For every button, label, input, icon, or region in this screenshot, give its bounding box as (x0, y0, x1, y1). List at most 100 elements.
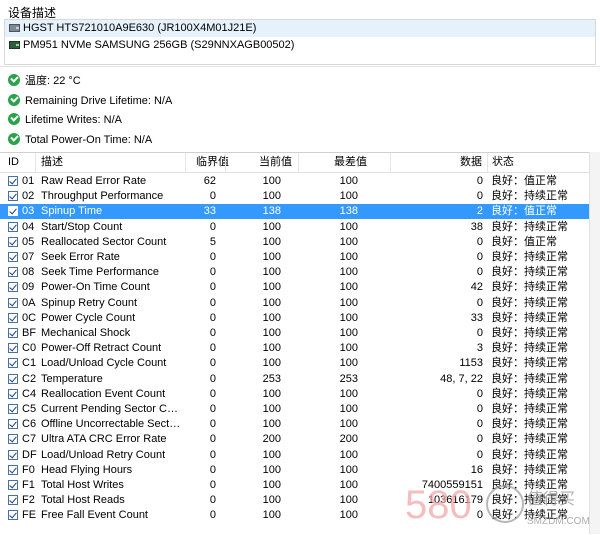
cell-id: DF (22, 448, 37, 461)
device-list[interactable]: HGST HTS721010A9E630 (JR100X4M01J21E) PM… (4, 19, 596, 65)
cell-current: 253 (262, 372, 281, 385)
table-row[interactable]: BF Mechanical Shock 0 100 100 0 良好：持续正常 (0, 326, 589, 341)
cell-status: 良好：持续正常 (491, 311, 568, 324)
row-checkbox[interactable] (8, 312, 18, 323)
table-row[interactable]: 05 Reallocated Sector Count 5 100 100 0 良好：值正常 (0, 235, 589, 250)
cell-data: 0 (476, 296, 483, 309)
cell-threshold: 5 (209, 235, 216, 248)
row-checkbox[interactable] (8, 328, 18, 338)
cell-threshold: 0 (209, 433, 216, 446)
table-row[interactable]: DF Load/Unload Retry Count 0 100 100 0 良好：持续正常 (0, 448, 589, 463)
table-row[interactable]: 07 Seek Error Rate 0 100 100 0 良好：持续正常 (0, 250, 589, 265)
column-header-worst[interactable]: 最差值 (334, 153, 367, 172)
cell-threshold: 0 (209, 463, 216, 476)
row-checkbox[interactable] (8, 343, 18, 354)
cell-worst: 100 (339, 357, 358, 370)
table-row[interactable]: C0 Power-Off Retract Count 0 100 100 3 良好：持续正常 (0, 341, 589, 356)
cell-id: 01 (22, 175, 35, 187)
table-row[interactable]: 01 Raw Read Error Rate 62 100 100 0 良好：值正常 (0, 174, 589, 189)
row-checkbox[interactable] (8, 464, 18, 475)
table-row[interactable]: 02 Throughput Performance 0 100 100 0 良好：持续正常 (0, 189, 589, 204)
row-checkbox[interactable] (8, 358, 18, 369)
table-row[interactable]: 08 Seek Time Performance 0 100 100 0 良好：持续正常 (0, 265, 589, 280)
row-checkbox[interactable] (8, 236, 18, 247)
cell-status: 良好：持续正常 (491, 433, 568, 446)
row-checkbox[interactable] (8, 267, 18, 278)
row-checkbox[interactable] (8, 176, 18, 186)
cell-threshold: 0 (209, 266, 216, 279)
column-header-current[interactable]: 当前值 (259, 153, 292, 172)
table-row[interactable]: 09 Power-On Time Count 0 100 100 42 良好：持续正常 (0, 280, 589, 295)
table-row[interactable]: 03 Spinup Time 33 138 138 2 良好：值正常 (0, 204, 589, 220)
row-checkbox[interactable] (8, 282, 18, 293)
cell-description: Power Cycle Count (41, 311, 136, 324)
cell-worst: 100 (339, 463, 358, 476)
cell-data: 0 (476, 266, 483, 279)
cell-worst: 100 (339, 509, 358, 522)
cell-data: 0 (476, 190, 483, 203)
cell-worst: 253 (339, 372, 358, 385)
row-checkbox[interactable] (8, 510, 18, 521)
cell-description: Total Host Reads (41, 494, 125, 507)
row-checkbox[interactable] (8, 297, 18, 308)
column-header-desc[interactable]: 描述 (41, 153, 63, 172)
cell-threshold: 0 (209, 403, 216, 415)
ok-check-icon (8, 94, 20, 106)
cell-description: Seek Error Rate (41, 251, 120, 263)
table-row[interactable]: C1 Load/Unload Cycle Count 0 100 100 1153 良好：持… (0, 356, 589, 371)
cell-id: BF (22, 327, 37, 339)
cell-worst: 100 (339, 235, 358, 248)
cell-worst: 100 (339, 494, 358, 507)
cell-threshold: 0 (209, 387, 216, 400)
cell-current: 100 (262, 311, 281, 324)
cell-current: 100 (262, 175, 281, 187)
cell-threshold: 0 (209, 327, 216, 339)
row-checkbox[interactable] (8, 419, 18, 430)
table-row[interactable]: 04 Start/Stop Count 0 100 100 38 良好：持续正常 (0, 220, 589, 235)
cell-data: 0 (476, 175, 483, 187)
row-checkbox[interactable] (8, 388, 18, 399)
table-row[interactable]: 0C Power Cycle Count 0 100 100 33 良好：持续正常 (0, 311, 589, 326)
cell-data: 1153 (459, 357, 483, 370)
cell-data: 0 (476, 251, 483, 263)
table-row[interactable]: C4 Reallocation Event Count 0 100 100 0 良好：持续正… (0, 387, 589, 402)
cell-current: 100 (262, 190, 281, 203)
table-row[interactable]: 0A Spinup Retry Count 0 100 100 0 良好：持续正常 (0, 296, 589, 311)
ok-check-icon (8, 133, 20, 145)
table-row[interactable]: C2 Temperature 0 253 253 48, 7, 22 良好：持续正常 (0, 372, 589, 387)
cell-current: 100 (262, 327, 281, 339)
device-label: PM951 NVMe SAMSUNG 256GB (S29NNXAGB00502… (23, 39, 295, 51)
column-header-id[interactable]: ID (8, 153, 19, 172)
info-lifetime-writes: Lifetime Writes: N/A (8, 112, 122, 128)
row-checkbox[interactable] (8, 404, 18, 414)
column-header-status[interactable]: 状态 (492, 153, 514, 172)
cell-current: 100 (262, 418, 281, 431)
row-checkbox[interactable] (8, 221, 18, 232)
cell-current: 100 (262, 387, 281, 400)
device-item-pm951[interactable]: PM951 NVMe SAMSUNG 256GB (S29NNXAGB00502… (5, 37, 595, 54)
row-checkbox[interactable] (8, 252, 18, 262)
cell-threshold: 0 (209, 190, 216, 203)
row-checkbox[interactable] (8, 495, 18, 506)
cell-threshold: 0 (209, 220, 216, 233)
row-checkbox[interactable] (8, 206, 18, 217)
row-checkbox[interactable] (8, 434, 18, 445)
row-checkbox[interactable] (8, 449, 18, 460)
cell-status: 良好：持续正常 (491, 448, 568, 461)
cell-data: 0 (476, 387, 483, 400)
row-checkbox[interactable] (8, 480, 18, 490)
device-item-hgst[interactable]: HGST HTS721010A9E630 (JR100X4M01J21E) (5, 20, 595, 37)
row-checkbox[interactable] (8, 191, 18, 202)
cell-id: 08 (22, 266, 35, 279)
info-temperature: 温度: 22 °C (8, 73, 81, 89)
row-checkbox[interactable] (8, 373, 18, 384)
table-row[interactable]: C7 Ultra ATA CRC Error Rate 0 200 200 0 良好：持续正… (0, 432, 589, 447)
table-row[interactable]: C6 Offline Uncorrectable Sector C... 0 100 1… (0, 417, 589, 432)
column-header-data[interactable]: 数据 (460, 153, 482, 172)
cell-worst: 100 (339, 296, 358, 309)
ok-check-icon (8, 74, 20, 86)
table-row[interactable]: C5 Current Pending Sector Count 0 100 100 0 良好… (0, 402, 589, 417)
cell-worst: 100 (339, 190, 358, 203)
cell-data: 42 (470, 281, 483, 294)
cell-status: 良好：持续正常 (491, 342, 568, 355)
